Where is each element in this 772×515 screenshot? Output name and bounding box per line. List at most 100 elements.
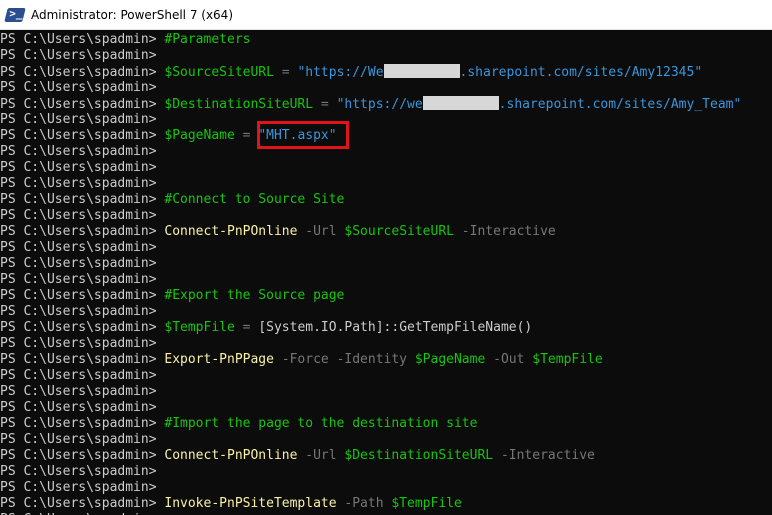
code-token-comment: #Connect to Source Site: [164, 192, 345, 207]
terminal-line: PS C:\Users\spadmin>: [0, 384, 164, 400]
code-token-param: -Path: [336, 496, 392, 511]
terminal-line: PS C:\Users\spadmin>: [0, 432, 164, 448]
code-token-var: $SourceSiteURL: [164, 65, 274, 80]
redacted-block: [422, 96, 499, 110]
terminal-line: PS C:\Users\spadmin>: [0, 240, 164, 256]
terminal-output[interactable]: PS C:\Users\spadmin> #Parameters PS C:\Us…: [0, 32, 772, 515]
code-token-param: -Interactive: [453, 224, 556, 239]
prompt-text: PS C:\Users\spadmin>: [0, 400, 165, 415]
title-bar[interactable]: >_ Administrator: PowerShell 7 (x64): [0, 0, 772, 30]
code-token-op: =: [234, 128, 259, 143]
prompt-text: PS C:\Users\spadmin>: [0, 496, 165, 511]
terminal-line: PS C:\Users\spadmin> Invoke-PnPSiteTempl…: [0, 496, 462, 512]
code-token-param: -Out: [485, 352, 533, 367]
code-token-param: -Interactive: [493, 448, 595, 463]
code-token-cmd: Invoke-PnPSiteTemplate: [164, 496, 337, 511]
redacted-block: [383, 64, 460, 78]
terminal-line: PS C:\Users\spadmin>: [0, 80, 164, 96]
terminal-line: PS C:\Users\spadmin>: [0, 160, 164, 176]
terminal-line: PS C:\Users\spadmin> $SourceSiteURL = "h…: [0, 64, 702, 80]
code-token-str: "https://We: [297, 65, 384, 80]
prompt-text: PS C:\Users\spadmin>: [0, 97, 165, 112]
prompt-text: PS C:\Users\spadmin>: [0, 416, 165, 431]
prompt-text: PS C:\Users\spadmin>: [0, 80, 165, 95]
code-token-var: $PageName: [414, 352, 486, 367]
code-token-plain: [System.IO.Path]::GetTempFileName(): [258, 320, 533, 335]
prompt-text: PS C:\Users\spadmin>: [0, 208, 165, 223]
prompt-text: PS C:\Users\spadmin>: [0, 368, 165, 383]
terminal-line: PS C:\Users\spadmin> #Parameters: [0, 32, 250, 48]
powershell-window[interactable]: >_ Administrator: PowerShell 7 (x64) PS …: [0, 0, 772, 515]
prompt-text: PS C:\Users\spadmin>: [0, 288, 165, 303]
terminal-line: PS C:\Users\spadmin>: [0, 400, 164, 416]
terminal-line: PS C:\Users\spadmin> $DestinationSiteURL…: [0, 96, 741, 112]
prompt-text: PS C:\Users\spadmin>: [0, 128, 165, 143]
code-token-var: $TempFile: [532, 352, 603, 367]
terminal-line: PS C:\Users\spadmin> #Import the page to…: [0, 416, 477, 432]
prompt-text: PS C:\Users\spadmin>: [0, 432, 165, 447]
terminal-line: PS C:\Users\spadmin> #Connect to Source …: [0, 192, 344, 208]
terminal-line: PS C:\Users\spadmin>: [0, 48, 164, 64]
prompt-text: PS C:\Users\spadmin>: [0, 192, 165, 207]
prompt-text: PS C:\Users\spadmin>: [0, 240, 165, 255]
terminal-line: PS C:\Users\spadmin> $PageName = "MHT.as…: [0, 128, 337, 144]
code-token-param: -Force -Identity: [273, 352, 415, 367]
code-token-cmd: Connect-PnPOnline: [164, 448, 298, 463]
prompt-text: PS C:\Users\spadmin>: [0, 304, 165, 319]
prompt-text: PS C:\Users\spadmin>: [0, 256, 165, 271]
prompt-text: PS C:\Users\spadmin>: [0, 384, 165, 399]
prompt-text: PS C:\Users\spadmin>: [0, 144, 165, 159]
prompt-text: PS C:\Users\spadmin>: [0, 48, 165, 63]
terminal-line: PS C:\Users\spadmin> #Export the Source …: [0, 288, 344, 304]
code-token-str: .sharepoint.com/sites/Amy12345": [459, 65, 703, 80]
code-token-var: $SourceSiteURL: [344, 224, 454, 239]
terminal-line: PS C:\Users\spadmin> Connect-PnPOnline -…: [0, 224, 556, 240]
prompt-text: PS C:\Users\spadmin>: [0, 160, 165, 175]
code-token-op: =: [234, 320, 259, 335]
terminal-line: PS C:\Users\spadmin>: [0, 464, 164, 480]
code-token-op: =: [313, 97, 337, 112]
code-token-var: $PageName: [164, 128, 235, 143]
code-token-str: .sharepoint.com/sites/Amy_Team": [498, 97, 742, 112]
terminal-line: PS C:\Users\spadmin>: [0, 112, 164, 128]
code-token-cmd: Connect-PnPOnline: [164, 224, 298, 239]
code-token-comment: #Import the page to the destination site: [164, 416, 478, 431]
code-token-param: -Url: [297, 448, 345, 463]
prompt-text: PS C:\Users\spadmin>: [0, 320, 165, 335]
prompt-text: PS C:\Users\spadmin>: [0, 112, 165, 127]
terminal-line: PS C:\Users\spadmin>: [0, 256, 164, 272]
prompt-text: PS C:\Users\spadmin>: [0, 176, 165, 191]
terminal-line: PS C:\Users\spadmin>: [0, 304, 164, 320]
code-token-var: $DestinationSiteURL: [344, 448, 494, 463]
code-token-var: $TempFile: [164, 320, 235, 335]
prompt-text: PS C:\Users\spadmin>: [0, 352, 165, 367]
terminal-line: PS C:\Users\spadmin> $TempFile = [System…: [0, 320, 532, 336]
terminal-line: PS C:\Users\spadmin>: [0, 208, 164, 224]
prompt-text: PS C:\Users\spadmin>: [0, 464, 165, 479]
terminal-line: PS C:\Users\spadmin>: [0, 336, 164, 352]
powershell-icon: >_: [4, 7, 26, 22]
terminal-line: PS C:\Users\spadmin>: [0, 176, 164, 192]
code-token-comment: #Export the Source page: [164, 288, 345, 303]
prompt-text: PS C:\Users\spadmin>: [0, 32, 165, 47]
prompt-text: PS C:\Users\spadmin>: [0, 448, 165, 463]
window-title: Administrator: PowerShell 7 (x64): [31, 7, 234, 22]
code-token-op: =: [273, 65, 298, 80]
terminal-line: PS C:\Users\spadmin> Export-PnPPage -For…: [0, 352, 603, 368]
terminal-line: PS C:\Users\spadmin> Connect-PnPOnline -…: [0, 448, 595, 464]
terminal-line: PS C:\Users\spadmin>: [0, 368, 164, 384]
code-token-str: "https://we: [336, 97, 423, 112]
terminal-line: PS C:\Users\spadmin>: [0, 144, 164, 160]
code-token-param: -Url: [297, 224, 345, 239]
code-token-var: $TempFile: [391, 496, 462, 511]
prompt-text: PS C:\Users\spadmin>: [0, 224, 165, 239]
code-token-var: $DestinationSiteURL: [164, 97, 314, 112]
prompt-text: PS C:\Users\spadmin>: [0, 65, 165, 80]
code-token-cmd: Export-PnPPage: [164, 352, 274, 367]
prompt-text: PS C:\Users\spadmin>: [0, 336, 165, 351]
prompt-text: PS C:\Users\spadmin>: [0, 480, 165, 495]
terminal-line: PS C:\Users\spadmin>: [0, 272, 164, 288]
code-token-str: "MHT.aspx": [258, 128, 337, 143]
prompt-text: PS C:\Users\spadmin>: [0, 272, 165, 287]
code-token-comment: #Parameters: [164, 32, 251, 47]
